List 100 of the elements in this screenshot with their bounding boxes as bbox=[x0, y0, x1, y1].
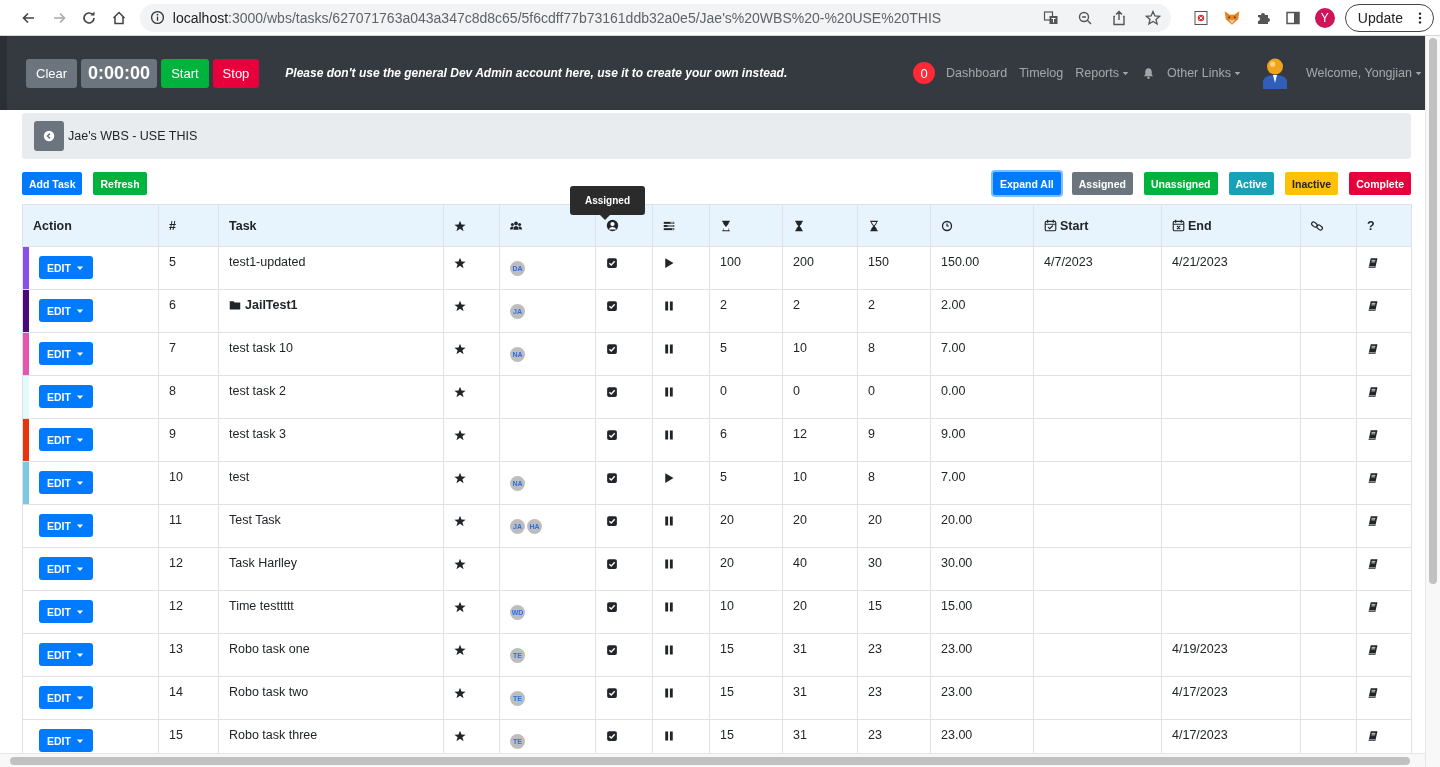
estimate-value: 15 bbox=[720, 642, 734, 656]
hours-value: 15.00 bbox=[941, 599, 973, 613]
estimate-value: 40 bbox=[793, 556, 807, 570]
estimate-value: 2 bbox=[793, 298, 800, 312]
filter-button[interactable]: Complete bbox=[1349, 172, 1411, 195]
task-number: 12 bbox=[169, 556, 183, 570]
task-number: 5 bbox=[169, 255, 176, 269]
task-number: 14 bbox=[169, 685, 183, 699]
task-number: 6 bbox=[169, 298, 176, 312]
hours-value: 9.00 bbox=[941, 427, 966, 441]
hours-value: 23.00 bbox=[941, 642, 973, 656]
column-header: # bbox=[169, 218, 176, 233]
task-name: Time testtttt bbox=[229, 599, 294, 613]
task-name: Task Harlley bbox=[229, 556, 298, 570]
estimate-value: 2 bbox=[868, 298, 875, 312]
estimate-value: 20 bbox=[720, 556, 734, 570]
estimate-value: 23 bbox=[868, 642, 882, 656]
edit-button[interactable]: EDIT bbox=[39, 729, 93, 752]
estimate-value: 20 bbox=[793, 599, 807, 613]
task-name: test task 2 bbox=[229, 384, 286, 398]
estimate-value: 10 bbox=[793, 470, 807, 484]
edit-button[interactable]: EDIT bbox=[39, 342, 93, 365]
edit-button[interactable]: EDIT bbox=[39, 557, 93, 580]
nav-link[interactable]: Timelog bbox=[1019, 66, 1064, 80]
nav-link[interactable]: Dashboard bbox=[946, 66, 1008, 80]
action-button[interactable]: Refresh bbox=[93, 172, 147, 195]
estimate-value: 15 bbox=[868, 599, 882, 613]
edit-button[interactable]: EDIT bbox=[39, 385, 93, 408]
end-date: 4/21/2023 bbox=[1172, 255, 1228, 269]
stop-button[interactable]: Stop bbox=[212, 58, 260, 88]
column-header: End bbox=[1188, 218, 1212, 233]
hours-value: 23.00 bbox=[941, 728, 973, 742]
estimate-value: 31 bbox=[793, 642, 807, 656]
column-header: Action bbox=[33, 218, 72, 233]
hours-value: 20.00 bbox=[941, 513, 973, 527]
column-header: ? bbox=[1367, 218, 1375, 233]
notice-text: Please don't use the general Dev Admin account here, use it to create your own instead. bbox=[285, 66, 789, 80]
edit-button[interactable]: EDIT bbox=[39, 299, 93, 322]
estimate-value: 23 bbox=[868, 685, 882, 699]
estimate-value: 15 bbox=[720, 685, 734, 699]
nav-dropdown[interactable]: Reports bbox=[1075, 66, 1130, 80]
task-number: 13 bbox=[169, 642, 183, 656]
hours-value: 150.00 bbox=[941, 255, 980, 269]
task-name: Robo task one bbox=[229, 642, 310, 656]
profile-avatar[interactable]: Y bbox=[1314, 7, 1335, 28]
estimate-value: 2 bbox=[720, 298, 727, 312]
hours-value: 23.00 bbox=[941, 685, 973, 699]
estimate-value: 20 bbox=[868, 513, 882, 527]
task-name: test task 3 bbox=[229, 427, 286, 441]
hours-value: 7.00 bbox=[941, 470, 966, 484]
estimate-value: 12 bbox=[793, 427, 807, 441]
action-button[interactable]: Add Task bbox=[22, 172, 83, 195]
start-button[interactable]: Start bbox=[161, 58, 209, 88]
estimate-value: 20 bbox=[720, 513, 734, 527]
address-bar[interactable]: localhost:3000/wbs/tasks/627071763a043a347c8d8c65/5f6cdff77b73161ddb32a0e5/Jae's%20WBS%20-%20USE%20THIS bbox=[139, 3, 1171, 32]
task-name: Robo task two bbox=[229, 685, 309, 699]
update-button[interactable]: Update bbox=[1344, 3, 1434, 32]
task-name: Robo task three bbox=[229, 728, 318, 742]
edit-button[interactable]: EDIT bbox=[39, 428, 93, 451]
filter-button[interactable]: Active bbox=[1228, 172, 1275, 195]
estimate-value: 0 bbox=[868, 384, 875, 398]
estimate-value: 200 bbox=[793, 255, 814, 269]
wbs-title: Jae's WBS - USE THIS bbox=[68, 129, 198, 143]
timer-display: 0:00:00 bbox=[81, 58, 158, 88]
estimate-value: 5 bbox=[720, 470, 727, 484]
estimate-value: 31 bbox=[793, 685, 807, 699]
task-name: JailTest1 bbox=[245, 298, 298, 312]
welcome-menu[interactable]: Welcome, Yongjian bbox=[1305, 66, 1425, 80]
estimate-value: 23 bbox=[868, 728, 882, 742]
task-number: 10 bbox=[169, 470, 183, 484]
edit-button[interactable]: EDIT bbox=[39, 471, 93, 494]
url-text: localhost:3000/wbs/tasks/627071763a043a347c8d8c65/5f6cdff77b73161ddb32a0e5/Jae's%20WBS%20-%20USE%20THIS bbox=[172, 9, 943, 26]
estimate-value: 10 bbox=[793, 341, 807, 355]
filter-button[interactable]: Inactive bbox=[1285, 172, 1339, 195]
edit-button[interactable]: EDIT bbox=[39, 686, 93, 709]
filter-button[interactable]: Expand All bbox=[992, 172, 1061, 195]
end-date: 4/17/2023 bbox=[1172, 728, 1228, 742]
edit-button[interactable]: EDIT bbox=[39, 514, 93, 537]
filter-button[interactable]: Assigned bbox=[1071, 172, 1133, 195]
filter-button[interactable]: Unassigned bbox=[1144, 172, 1218, 195]
task-number: 9 bbox=[169, 427, 176, 441]
task-number: 12 bbox=[169, 599, 183, 613]
edit-button[interactable]: EDIT bbox=[39, 600, 93, 623]
task-number: 8 bbox=[169, 384, 176, 398]
tooltip: Assigned bbox=[570, 186, 645, 215]
start-date: 4/7/2023 bbox=[1044, 255, 1093, 269]
clear-button[interactable]: Clear bbox=[26, 58, 78, 88]
estimate-value: 8 bbox=[868, 470, 875, 484]
edit-button[interactable]: EDIT bbox=[39, 256, 93, 279]
estimate-value: 150 bbox=[868, 255, 889, 269]
estimate-value: 5 bbox=[720, 341, 727, 355]
estimate-value: 8 bbox=[868, 341, 875, 355]
edit-button[interactable]: EDIT bbox=[39, 643, 93, 666]
task-number: 15 bbox=[169, 728, 183, 742]
task-name: test1-updated bbox=[229, 255, 306, 269]
notification-badge[interactable]: 0 bbox=[913, 62, 936, 84]
estimate-value: 0 bbox=[720, 384, 727, 398]
estimate-value: 20 bbox=[793, 513, 807, 527]
hours-value: 30.00 bbox=[941, 556, 973, 570]
nav-dropdown[interactable]: Other Links bbox=[1167, 66, 1242, 80]
